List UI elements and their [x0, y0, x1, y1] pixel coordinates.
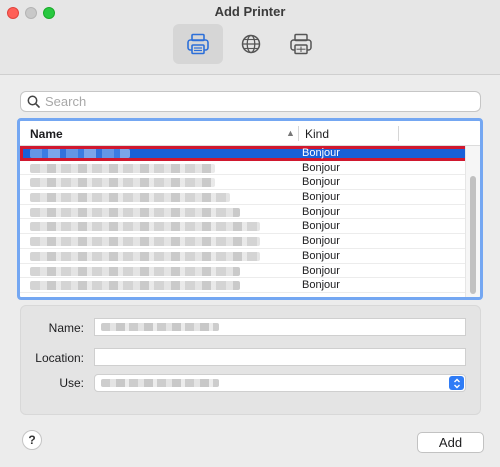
printer-kind: Bonjour [302, 249, 340, 262]
redacted-printer-name [30, 237, 260, 247]
name-label: Name: [48, 321, 84, 335]
redacted-printer-name [30, 251, 260, 261]
search-input[interactable] [45, 94, 465, 109]
redacted-printer-name [30, 281, 240, 291]
redacted-printer-name [30, 163, 215, 173]
name-field[interactable] [94, 318, 466, 336]
printer-rows: Bonjour Bonjour Bonjour Bonjour Bonjour Bonjo… [20, 146, 468, 293]
ip-printer-tab[interactable] [226, 24, 276, 64]
chevron-up-down-icon [453, 378, 460, 388]
printer-row[interactable]: Bonjour [20, 278, 468, 293]
search-icon [27, 95, 40, 108]
windows-printer-tab[interactable] [276, 24, 326, 64]
location-field[interactable] [94, 348, 466, 366]
redacted-printer-name [30, 193, 230, 203]
printer-kind: Bonjour [302, 235, 340, 248]
window-title: Add Printer [214, 4, 286, 19]
printer-kind: Bonjour [302, 176, 340, 189]
printer-row[interactable]: Bonjour [20, 175, 468, 191]
printer-row[interactable]: Bonjour [20, 234, 468, 249]
redacted-driver-value [101, 379, 219, 387]
printer-kind: Bonjour [302, 147, 340, 159]
redacted-name-value [101, 323, 219, 331]
redacted-printer-name [30, 266, 240, 276]
scrollbar[interactable] [465, 146, 480, 297]
printer-row[interactable]: Bonjour [20, 205, 468, 220]
column-divider[interactable] [298, 126, 299, 141]
printer-row[interactable]: Bonjour [20, 219, 468, 235]
select-stepper[interactable] [449, 376, 464, 390]
redacted-printer-name [30, 178, 215, 188]
sort-ascending-icon[interactable]: ▲ [286, 128, 295, 138]
list-header: Name ▲ Kind [20, 121, 480, 146]
printer-kind: Bonjour [302, 279, 340, 292]
printer-row[interactable]: Bonjour [20, 190, 468, 205]
add-button[interactable]: Add [417, 432, 484, 453]
redacted-printer-name [30, 222, 260, 232]
search-field[interactable] [20, 91, 481, 112]
kind-column-header[interactable]: Kind [305, 127, 329, 141]
use-label: Use: [59, 376, 84, 390]
printer-row[interactable]: Bonjour [20, 146, 468, 161]
title-bar: Add Printer [0, 0, 500, 75]
redacted-printer-name [30, 149, 130, 158]
name-column-header[interactable]: Name [30, 127, 63, 141]
printer-kind: Bonjour [302, 161, 340, 174]
use-driver-select[interactable] [94, 374, 466, 392]
redacted-printer-name [30, 207, 240, 217]
printer-kind: Bonjour [302, 264, 340, 277]
printer-kind: Bonjour [302, 191, 340, 204]
windows-printer-icon [290, 33, 312, 55]
printer-kind: Bonjour [302, 220, 340, 233]
printer-details-form: Name: Location: Use: [20, 305, 481, 415]
printer-kind: Bonjour [302, 205, 340, 218]
printer-row[interactable]: Bonjour [20, 161, 468, 176]
printer-list[interactable]: Name ▲ Kind Bonjour Bonjour Bonjour Bonjour… [17, 118, 483, 300]
location-label: Location: [35, 351, 84, 365]
printer-row[interactable]: Bonjour [20, 249, 468, 264]
ip-globe-icon [241, 34, 261, 54]
printer-row[interactable]: Bonjour [20, 264, 468, 279]
scrollbar-thumb[interactable] [470, 176, 476, 294]
default-printers-tab[interactable] [173, 24, 223, 64]
help-button[interactable]: ? [22, 430, 42, 450]
column-divider[interactable] [398, 126, 399, 141]
default-printer-icon [187, 33, 209, 55]
